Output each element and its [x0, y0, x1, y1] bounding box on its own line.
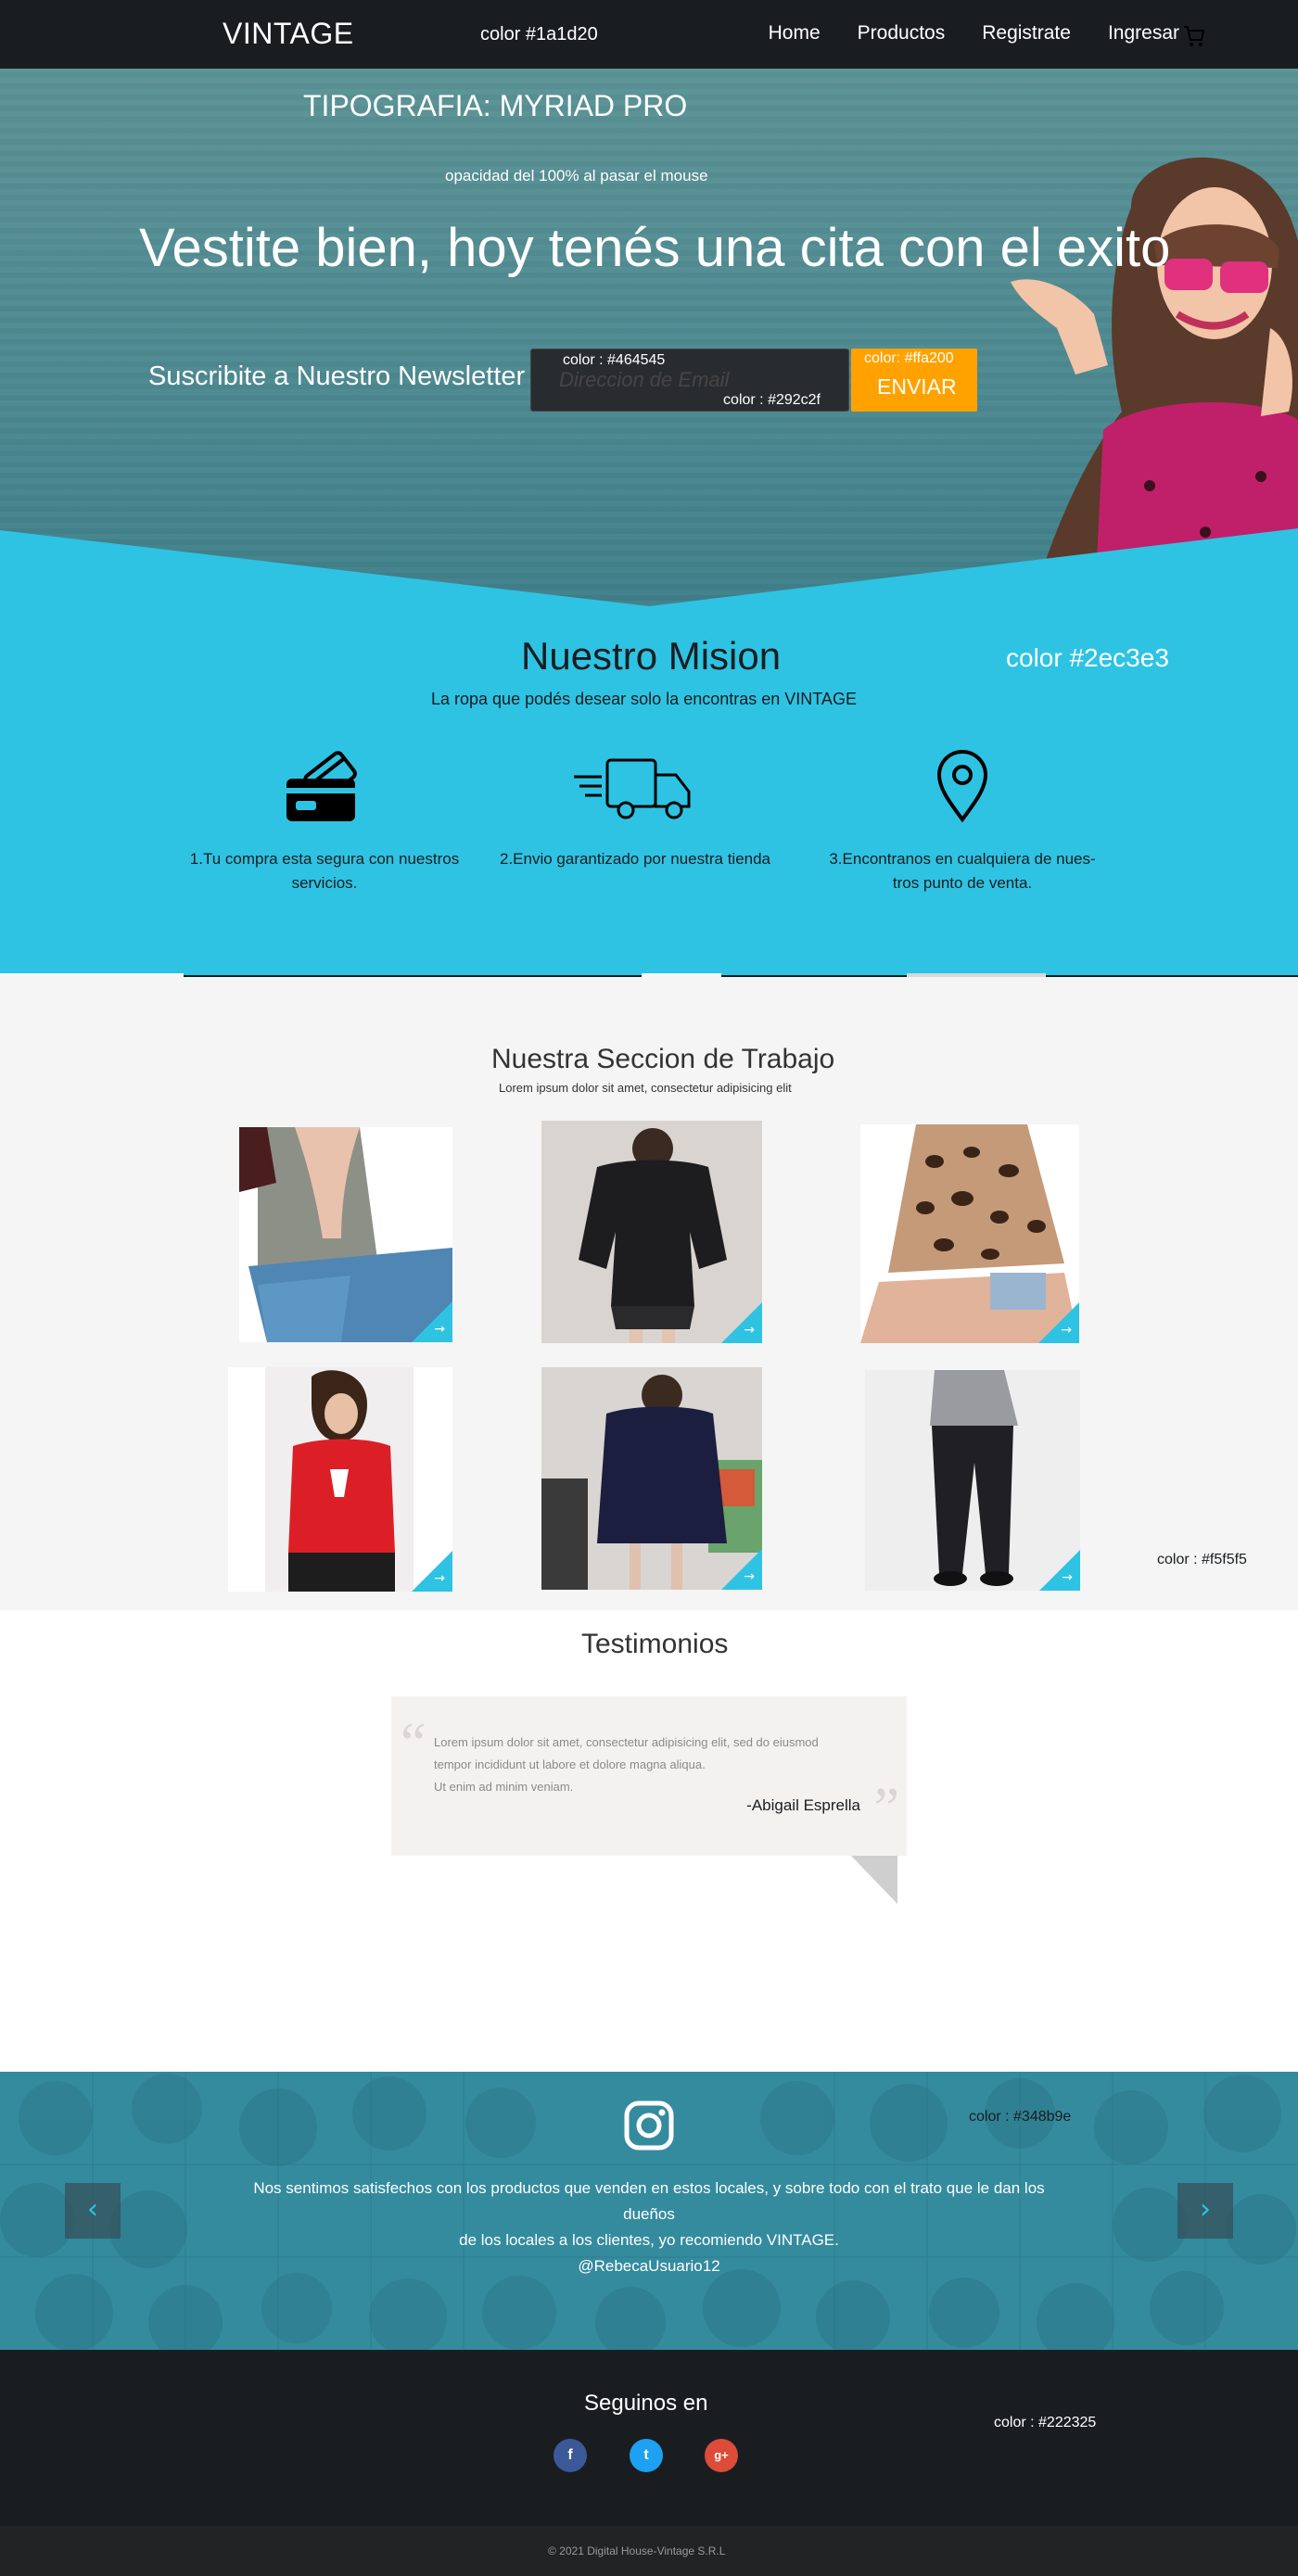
google-plus-icon[interactable]: g+	[705, 2439, 738, 2472]
product-tile-navy-hoodie[interactable]: →	[541, 1367, 762, 1590]
nav-link-home[interactable]: Home	[769, 22, 821, 44]
arrow-right-icon: →	[1061, 1323, 1072, 1338]
nav-links: Home Productos Registrate Ingresar	[769, 22, 1179, 44]
feature-text: 3.Encontranos en cualquiera de nues-tros…	[829, 850, 1096, 893]
work-section: Nuestra Seccion de Trabajo Lorem ipsum d…	[0, 977, 1298, 1610]
email-placeholder: Direccion de Email	[559, 368, 730, 391]
cart-icon[interactable]	[1183, 24, 1205, 48]
send-button-label: ENVIAR	[877, 374, 957, 399]
follow-us-label: Seguinos en	[584, 2391, 708, 2416]
testimonial-card: “ Lorem ipsum dolor sit amet, consectetu…	[391, 1696, 907, 1856]
product-tile-black-sweater[interactable]: →	[541, 1121, 762, 1343]
newsletter-label: Suscribite a Nuestro Newsletter	[148, 362, 526, 391]
twitter-icon[interactable]: t	[630, 2439, 663, 2472]
product-tile-grey-blouse[interactable]: →	[239, 1127, 452, 1342]
feature-secure-purchase: 1.Tu compra esta segura con nuestros ser…	[185, 743, 464, 896]
close-quote-icon: ”	[873, 1777, 899, 1840]
mission-section: Nuestro Mision color #2ec3e3 La ropa que…	[0, 606, 1298, 977]
mission-subtitle: La ropa que podés desear solo la encontr…	[431, 690, 857, 708]
hero-wave-shape	[0, 528, 1298, 606]
feature-location: 3.Encontranos en cualquiera de nues-tros…	[823, 743, 1101, 896]
newsletter-email-input[interactable]: Direccion de Email color : #464545 color…	[530, 349, 849, 412]
instagram-message: Nos sentimos satisfechos con los product…	[232, 2176, 1066, 2279]
feature-delivery: 2.Envio garantizado por nuestra tienda	[496, 743, 774, 871]
work-title: Nuestra Seccion de Trabajo	[491, 1044, 835, 1074]
footer: Seguinos en color : #222325 f t g+	[0, 2350, 1298, 2526]
arrow-right-icon: →	[434, 1322, 445, 1337]
instagram-color-note: color : #348b9e	[969, 2109, 1072, 2125]
nav-color-note: color #1a1d20	[480, 24, 598, 44]
hero-headline: Vestite bien, hoy tenés una cita con el …	[139, 218, 1171, 278]
nav-link-ingresar[interactable]: Ingresar	[1108, 22, 1179, 44]
testimonials-title: Testimonios	[581, 1629, 729, 1659]
product-tile-leopard-sweater[interactable]: →	[860, 1124, 1079, 1343]
button-color-note: color: #ffa200	[864, 350, 954, 366]
mission-title: Nuestro Mision	[521, 634, 782, 678]
testimonial-card-tail	[851, 1856, 897, 1904]
hero-section: TIPOGRAFIA: MYRIAD PRO opacidad del 100%…	[0, 69, 1298, 606]
arrow-right-icon: →	[1062, 1570, 1073, 1585]
footer-color-note: color : #222325	[994, 2415, 1097, 2430]
carousel-next-button[interactable]: ›	[1177, 2183, 1233, 2239]
work-color-note: color : #f5f5f5	[1157, 1552, 1247, 1567]
copyright: © 2021 Digital House-Vintage S.R.L	[548, 2544, 726, 2557]
nav-link-productos[interactable]: Productos	[858, 22, 946, 44]
product-tile-black-jeans[interactable]: →	[865, 1370, 1080, 1591]
facebook-icon[interactable]: f	[554, 2439, 587, 2472]
newsletter-send-button[interactable]: color: #ffa200 ENVIAR	[851, 349, 977, 412]
feature-text: 1.Tu compra esta segura con nuestros ser…	[189, 850, 460, 893]
instagram-testimonial-section: color : #348b9e Nos sentimos satisfechos…	[0, 2072, 1298, 2350]
instagram-icon[interactable]	[623, 2100, 675, 2151]
location-pin-icon	[936, 750, 988, 823]
carousel-prev-button[interactable]: ‹	[65, 2183, 121, 2239]
testimonial-author: -Abigail Esprella	[746, 1796, 860, 1814]
work-subtitle: Lorem ipsum dolor sit amet, consectetur …	[499, 1081, 792, 1095]
credit-card-icon	[286, 751, 357, 821]
instagram-handle: @RebecaUsuario12	[578, 2257, 720, 2276]
email-bg-color-note: color : #292c2f	[723, 392, 821, 408]
email-border-color-note: color : #464545	[563, 352, 666, 368]
testimonial-quote: Lorem ipsum dolor sit amet, consectetur …	[434, 1735, 819, 1795]
footer-bottom-bar: © 2021 Digital House-Vintage S.R.L	[0, 2526, 1298, 2576]
nav-link-registrate[interactable]: Registrate	[982, 22, 1071, 44]
brand-logo[interactable]: VINTAGE	[223, 17, 354, 51]
arrow-right-icon: →	[744, 1323, 755, 1338]
typography-note: TIPOGRAFIA: MYRIAD PRO	[303, 89, 688, 122]
open-quote-icon: “	[401, 1712, 426, 1775]
arrow-right-icon: →	[744, 1569, 755, 1584]
testimonials-section: Testimonios “ Lorem ipsum dolor sit amet…	[0, 1610, 1298, 2072]
arrow-right-icon: →	[434, 1571, 445, 1586]
top-navbar: VINTAGE color #1a1d20 Home Productos Reg…	[0, 0, 1298, 69]
feature-text: 2.Envio garantizado por nuestra tienda	[499, 850, 771, 868]
mission-color-note: color #2ec3e3	[1006, 643, 1169, 672]
opacity-note: opacidad del 100% al pasar el mouse	[445, 167, 708, 184]
delivery-truck-icon	[574, 758, 691, 819]
product-tile-red-sweater[interactable]: →	[228, 1367, 452, 1592]
